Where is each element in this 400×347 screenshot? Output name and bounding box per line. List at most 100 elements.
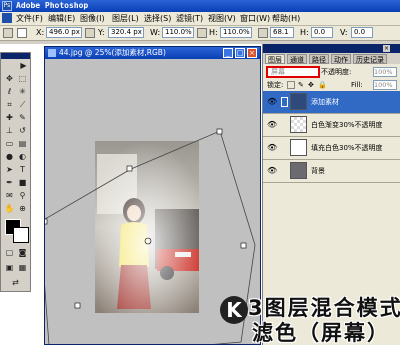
fill-label: Fill: [351, 81, 363, 89]
background-color-swatch[interactable] [13, 227, 29, 243]
layer-row[interactable]: 👁 背景 [263, 160, 400, 183]
lock-transparency-icon[interactable] [287, 81, 295, 89]
width-field[interactable]: 110.0% [162, 27, 194, 38]
toolbox: ▶ ✥ ⬚ ℓ ✳ ⌗ ⟋ ✚ ✎ ⊥ ↺ ▭ ▤ ● ◐ ➤ T ✒ ■ ✉ … [0, 52, 31, 292]
angle-icon [258, 28, 268, 38]
height-field[interactable]: 110.0% [220, 27, 252, 38]
layer-thumbnail [290, 139, 307, 156]
menu-view[interactable]: 视图(V) [208, 13, 236, 24]
document-photo [95, 141, 199, 313]
menu-edit[interactable]: 编辑(E) [48, 13, 75, 24]
gradient-tool-icon[interactable]: ▤ [17, 138, 28, 149]
lock-all-icon[interactable]: 🔒 [318, 81, 327, 90]
move-tool-icon[interactable]: ✥ [4, 73, 15, 84]
zoom-tool-icon[interactable]: ⊕ [17, 203, 28, 214]
layer-row[interactable]: 👁 白色渐变30%不透明度 [263, 114, 400, 137]
brush-link-icon [281, 97, 288, 107]
angle-field[interactable]: 68.1 [270, 27, 294, 38]
type-tool-icon[interactable]: T [17, 164, 28, 175]
layer-name: 背景 [311, 167, 325, 175]
layer-row[interactable]: 👁 添加素材 [263, 91, 400, 114]
layer-thumbnail [290, 93, 307, 110]
menu-filter[interactable]: 滤镜(T) [176, 13, 203, 24]
menu-file[interactable]: 文件(F) [16, 13, 43, 24]
history-brush-tool-icon[interactable]: ↺ [17, 125, 28, 136]
healing-brush-tool-icon[interactable]: ✚ [4, 112, 15, 123]
shape-tool-icon[interactable]: ■ [17, 177, 28, 188]
layer-name: 白色渐变30%不透明度 [311, 121, 383, 129]
opacity-field[interactable]: 100% [373, 67, 397, 77]
panel-close-icon[interactable]: × [383, 45, 390, 52]
clone-stamp-tool-icon[interactable]: ⊥ [4, 125, 15, 136]
magic-wand-tool-icon[interactable]: ✳ [17, 86, 28, 97]
fill-field[interactable]: 100% [373, 80, 397, 90]
relative-position-icon[interactable] [85, 28, 95, 38]
document-title: 44.jpg @ 25%(添加素材,RGB) [59, 48, 166, 57]
v-skew-field[interactable]: 0.0 [351, 27, 373, 38]
standard-mode-icon[interactable]: ▢ [4, 247, 15, 258]
layer-name: 添加素材 [311, 98, 339, 106]
notes-tool-icon[interactable]: ✉ [4, 190, 15, 201]
lock-brush-icon[interactable]: ✎ [298, 81, 304, 90]
slice-tool-icon[interactable]: ⟋ [17, 99, 28, 110]
jump-to-imageready-icon[interactable]: ⇄ [10, 277, 21, 288]
brush-tool-icon[interactable]: ✎ [17, 112, 28, 123]
path-selection-tool-icon[interactable]: ➤ [4, 164, 15, 175]
maximize-button[interactable]: □ [235, 48, 245, 58]
h-skew-field[interactable]: 0.0 [311, 27, 333, 38]
layer-thumbnail [290, 116, 307, 133]
marquee-tool-icon[interactable]: ⬚ [17, 73, 28, 84]
link-icon[interactable] [197, 28, 207, 38]
eye-icon[interactable]: 👁 [267, 120, 277, 130]
layer-thumbnail [290, 162, 307, 179]
tab-history[interactable]: 历史记录 [353, 54, 387, 64]
transform-tool-icon [3, 28, 13, 38]
h-label: H: [209, 28, 218, 37]
standard-screen-mode-icon[interactable]: ▣ [4, 262, 15, 273]
full-screen-mode-icon[interactable]: ▦ [17, 262, 28, 273]
x-field[interactable]: 496.0 px [46, 27, 82, 38]
menu-select[interactable]: 选择(S) [144, 13, 171, 24]
eye-icon[interactable]: 👁 [267, 166, 277, 176]
dodge-tool-icon[interactable]: ◐ [17, 151, 28, 162]
lasso-tool-icon[interactable]: ℓ [4, 86, 15, 97]
y-label: Y: [98, 28, 105, 37]
blend-mode-select[interactable]: 屏幕 [266, 66, 320, 78]
reference-point-icon[interactable] [17, 28, 27, 38]
menu-image[interactable]: 图像(I) [80, 13, 105, 24]
quick-mask-mode-icon[interactable]: ◙ [17, 247, 28, 258]
crop-tool-icon[interactable]: ⌗ [4, 99, 15, 110]
toolbox-header [1, 53, 30, 59]
tab-paths[interactable]: 路径 [309, 54, 329, 64]
minimize-button[interactable]: _ [223, 48, 233, 58]
blur-tool-icon[interactable]: ● [4, 151, 15, 162]
document-title-bar: 44.jpg @ 25%(添加素材,RGB) _ □ × [45, 47, 260, 59]
app-title: Adobe Photoshop [16, 1, 89, 10]
options-bar: X: 496.0 px Y: 320.4 px W: 110.0% H: 110… [0, 26, 400, 41]
pen-tool-icon[interactable]: ✒ [4, 177, 15, 188]
tab-actions[interactable]: 动作 [331, 54, 351, 64]
y-field[interactable]: 320.4 px [108, 27, 144, 38]
eye-icon[interactable]: 👁 [267, 143, 277, 153]
eraser-tool-icon[interactable]: ▭ [4, 138, 15, 149]
toolbox-menu-icon[interactable]: ▶ [18, 60, 29, 71]
title-bar: Ps Adobe Photoshop [0, 0, 400, 12]
photoshop-icon: Ps [2, 1, 12, 11]
menu-help[interactable]: 帮助(H) [272, 13, 300, 24]
menu-window[interactable]: 窗口(W) [240, 13, 270, 24]
x-label: X: [36, 28, 45, 37]
eye-icon[interactable]: 👁 [267, 97, 277, 107]
app-menu-icon[interactable] [2, 13, 12, 23]
eyedropper-tool-icon[interactable]: ⚲ [17, 190, 28, 201]
document-icon [48, 49, 56, 57]
menu-layer[interactable]: 图层(L) [112, 13, 139, 24]
tab-layers[interactable]: 图层 [265, 54, 285, 64]
panel-header [263, 44, 400, 53]
layer-row[interactable]: 👁 填充白色30%不透明度 [263, 137, 400, 160]
v-skew-label: V: [340, 28, 348, 37]
w-label: W: [150, 28, 161, 37]
close-button[interactable]: × [247, 48, 257, 58]
lock-move-icon[interactable]: ✥ [308, 81, 314, 90]
tab-channels[interactable]: 通道 [287, 54, 307, 64]
hand-tool-icon[interactable]: ✋ [4, 203, 15, 214]
